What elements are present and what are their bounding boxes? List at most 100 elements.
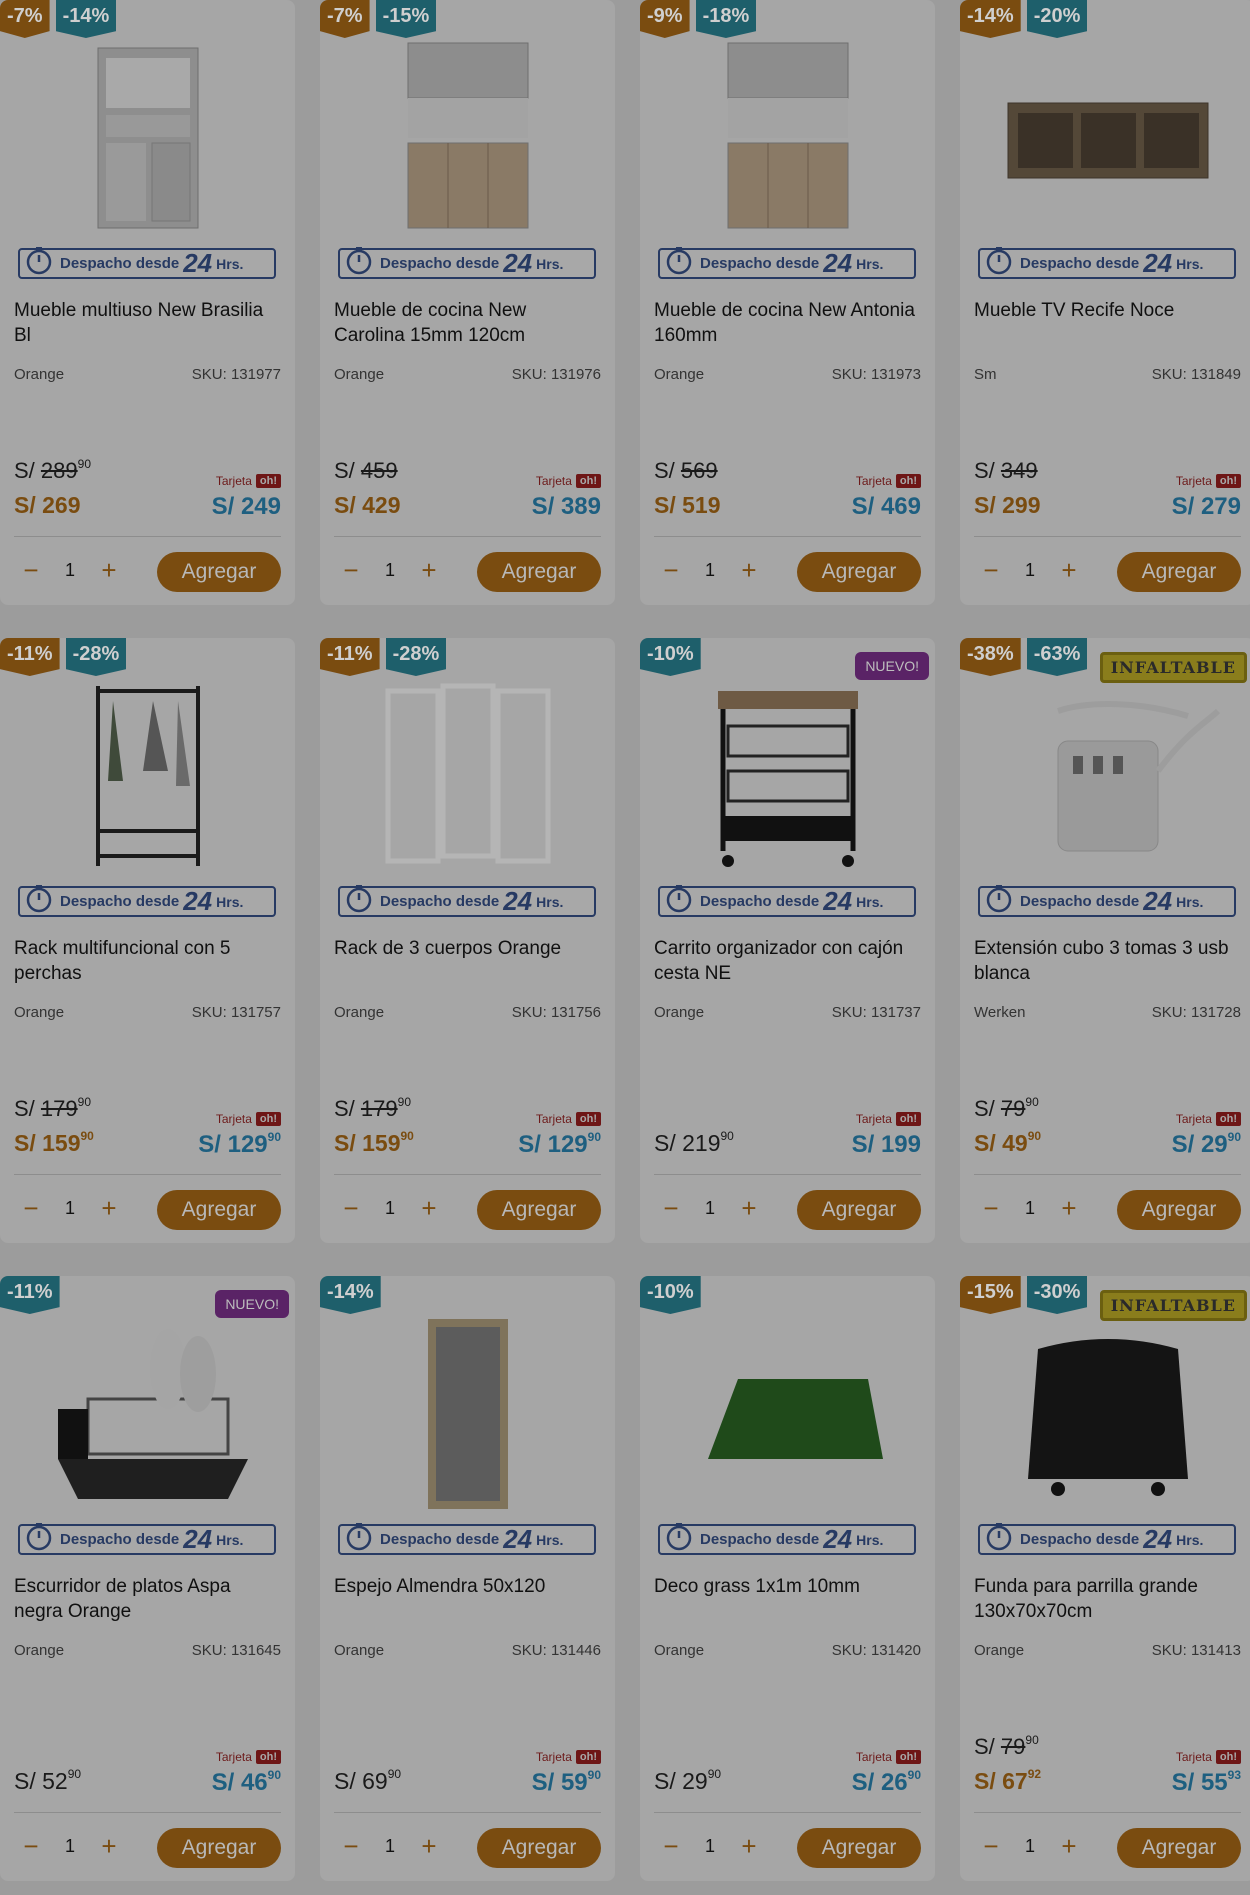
product-name[interactable]: Extensión cubo 3 tomas 3 usb blanca — [974, 936, 1242, 986]
product-name[interactable]: Mueble de cocina New Antonia 160mm — [654, 298, 922, 348]
add-to-cart-button[interactable]: Agregar — [157, 1190, 281, 1230]
quantity-stepper[interactable]: − 1 + — [654, 1193, 766, 1224]
ship-hours: 24 — [1143, 886, 1173, 916]
decrease-button[interactable]: − — [14, 1193, 48, 1224]
product-card[interactable]: -11% -28% Despacho desde 24 Hrs. Rack mul… — [0, 638, 295, 1243]
decrease-button[interactable]: − — [334, 1831, 368, 1862]
increase-button[interactable]: + — [732, 555, 766, 586]
product-image[interactable] — [10, 668, 285, 883]
product-image[interactable] — [330, 1306, 605, 1521]
add-to-cart-button[interactable]: Agregar — [797, 552, 921, 592]
decrease-button[interactable]: − — [14, 1831, 48, 1862]
new-tag: NUEVO! — [215, 1290, 289, 1318]
quantity-stepper[interactable]: − 1 + — [654, 555, 766, 586]
decrease-button[interactable]: − — [974, 1193, 1008, 1224]
product-image[interactable] — [970, 668, 1245, 883]
product-card[interactable]: -7% -14% Despacho desde 24 Hrs. Mueble mu… — [0, 0, 295, 605]
product-card[interactable]: -9% -18% Despacho desde 24 Hrs. Mueble de… — [640, 0, 935, 605]
product-card[interactable]: -7% -15% Despacho desde 24 Hrs. Mueble de… — [320, 0, 615, 605]
quantity-value[interactable]: 1 — [368, 1198, 412, 1219]
product-name[interactable]: Funda para parrilla grande 130x70x70cm — [974, 1574, 1242, 1624]
add-to-cart-button[interactable]: Agregar — [157, 1828, 281, 1868]
increase-button[interactable]: + — [92, 1831, 126, 1862]
add-to-cart-button[interactable]: Agregar — [797, 1828, 921, 1868]
quantity-value[interactable]: 1 — [48, 1836, 92, 1857]
quantity-value[interactable]: 1 — [48, 560, 92, 581]
product-card[interactable]: -14% -20% Despacho desde 24 Hrs. Mueble T… — [960, 0, 1250, 605]
increase-button[interactable]: + — [732, 1193, 766, 1224]
product-image[interactable] — [330, 668, 605, 883]
increase-button[interactable]: + — [412, 1831, 446, 1862]
product-card[interactable]: -15% -30% INFALTABLE Despacho desde 24 Hrs… — [960, 1276, 1250, 1881]
increase-button[interactable]: + — [1052, 1193, 1086, 1224]
product-name[interactable]: Carrito organizador con cajón cesta NE — [654, 936, 922, 986]
product-card[interactable]: -10% NUEVO! Despacho desde 24 Hrs. Carrit… — [640, 638, 935, 1243]
quantity-value[interactable]: 1 — [688, 1198, 732, 1219]
product-card[interactable]: -38% -63% INFALTABLE Despacho desde 24 Hrs… — [960, 638, 1250, 1243]
quantity-stepper[interactable]: − 1 + — [14, 1831, 126, 1862]
quantity-stepper[interactable]: − 1 + — [334, 1193, 446, 1224]
increase-button[interactable]: + — [412, 1193, 446, 1224]
quantity-stepper[interactable]: − 1 + — [14, 555, 126, 586]
product-card[interactable]: -10% Despacho desde 24 Hrs. Deco grass 1… — [640, 1276, 935, 1881]
product-name[interactable]: Rack de 3 cuerpos Orange — [334, 936, 602, 961]
quantity-stepper[interactable]: − 1 + — [334, 555, 446, 586]
product-image[interactable] — [650, 30, 925, 245]
quantity-value[interactable]: 1 — [1008, 560, 1052, 581]
quantity-stepper[interactable]: − 1 + — [334, 1831, 446, 1862]
product-image[interactable] — [330, 30, 605, 245]
add-to-cart-button[interactable]: Agregar — [797, 1190, 921, 1230]
quantity-stepper[interactable]: − 1 + — [974, 555, 1086, 586]
quantity-value[interactable]: 1 — [688, 1836, 732, 1857]
decrease-button[interactable]: − — [654, 1193, 688, 1224]
increase-button[interactable]: + — [1052, 555, 1086, 586]
decrease-button[interactable]: − — [654, 555, 688, 586]
decrease-button[interactable]: − — [974, 555, 1008, 586]
quantity-stepper[interactable]: − 1 + — [654, 1831, 766, 1862]
add-to-cart-button[interactable]: Agregar — [477, 1828, 601, 1868]
add-to-cart-button[interactable]: Agregar — [1117, 552, 1241, 592]
decrease-button[interactable]: − — [14, 555, 48, 586]
product-name[interactable]: Deco grass 1x1m 10mm — [654, 1574, 922, 1599]
product-image[interactable] — [650, 1306, 925, 1521]
product-name[interactable]: Mueble multiuso New Brasilia Bl — [14, 298, 282, 348]
decrease-button[interactable]: − — [334, 555, 368, 586]
quantity-stepper[interactable]: − 1 + — [974, 1193, 1086, 1224]
quantity-stepper[interactable]: − 1 + — [974, 1831, 1086, 1862]
add-to-cart-button[interactable]: Agregar — [1117, 1828, 1241, 1868]
quantity-value[interactable]: 1 — [368, 1836, 412, 1857]
add-to-cart-button[interactable]: Agregar — [477, 552, 601, 592]
product-name[interactable]: Mueble de cocina New Carolina 15mm 120cm — [334, 298, 602, 348]
increase-button[interactable]: + — [1052, 1831, 1086, 1862]
product-image[interactable] — [970, 1306, 1245, 1521]
add-to-cart-button[interactable]: Agregar — [1117, 1190, 1241, 1230]
increase-button[interactable]: + — [732, 1831, 766, 1862]
add-to-cart-button[interactable]: Agregar — [477, 1190, 601, 1230]
product-name[interactable]: Mueble TV Recife Noce — [974, 298, 1242, 323]
product-card[interactable]: -11% -28% Despacho desde 24 Hrs. Rack de … — [320, 638, 615, 1243]
product-card[interactable]: -11% NUEVO! Despacho desde 24 Hrs. Escurr… — [0, 1276, 295, 1881]
product-image[interactable] — [970, 30, 1245, 245]
add-to-cart-button[interactable]: Agregar — [157, 552, 281, 592]
quantity-value[interactable]: 1 — [688, 560, 732, 581]
increase-button[interactable]: + — [412, 555, 446, 586]
decrease-button[interactable]: − — [654, 1831, 688, 1862]
increase-button[interactable]: + — [92, 1193, 126, 1224]
decrease-button[interactable]: − — [334, 1193, 368, 1224]
product-name[interactable]: Escurridor de platos Aspa negra Orange — [14, 1574, 282, 1624]
oh-card-logo: oh! — [255, 1112, 281, 1126]
quantity-stepper[interactable]: − 1 + — [14, 1193, 126, 1224]
product-name[interactable]: Rack multifuncional con 5 perchas — [14, 936, 282, 986]
quantity-value[interactable]: 1 — [48, 1198, 92, 1219]
product-image[interactable] — [10, 30, 285, 245]
decrease-button[interactable]: − — [974, 1831, 1008, 1862]
discount-badges: -11% -28% — [0, 638, 127, 676]
quantity-value[interactable]: 1 — [368, 560, 412, 581]
product-image[interactable] — [650, 668, 925, 883]
product-name[interactable]: Espejo Almendra 50x120 — [334, 1574, 602, 1599]
quantity-value[interactable]: 1 — [1008, 1836, 1052, 1857]
increase-button[interactable]: + — [92, 555, 126, 586]
product-card[interactable]: -14% Despacho desde 24 Hrs. Espejo Almen… — [320, 1276, 615, 1881]
product-image[interactable] — [10, 1306, 285, 1521]
quantity-value[interactable]: 1 — [1008, 1198, 1052, 1219]
